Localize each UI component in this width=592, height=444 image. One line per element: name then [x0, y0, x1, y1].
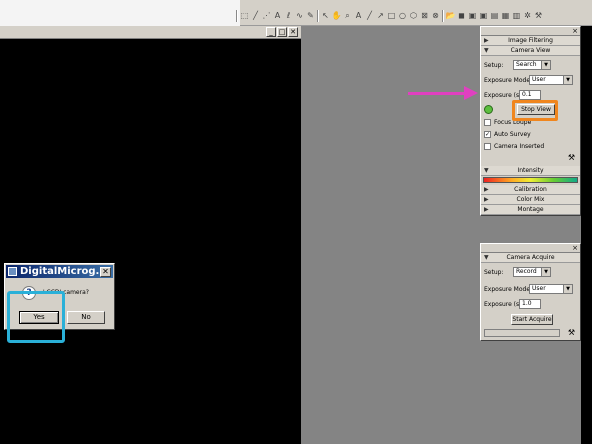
exposure-label: Exposure (s) [484, 92, 522, 99]
main-toolbar: ⬚ ╱ ⋰ A ℓ ∿ ✎ ↖ ✋ ⌕ A ╱ ↗ □ ○ ⬡ ⊠ ⊗ 📂 ◼ … [0, 0, 592, 26]
camera-icon[interactable]: ◼ [457, 10, 466, 22]
auto-survey-checkbox[interactable]: ✓ [484, 131, 491, 138]
start-acquire-button[interactable]: Start Acquire [511, 314, 553, 325]
yes-button-highlight [7, 291, 65, 343]
toolbar-blank-area [0, 0, 240, 26]
minimize-button[interactable]: _ [266, 27, 276, 37]
section-label: Color Mix [516, 196, 545, 203]
toolbar-separator [236, 10, 238, 22]
dialog-titlebar[interactable]: DigitalMicrog... ✕ [6, 265, 113, 278]
spot-icon[interactable]: ⊗ [431, 10, 440, 22]
settings-icon[interactable]: ✲ [523, 10, 532, 22]
camera-view-palette: × ▶ Image Filtering ▼ Camera View Setup:… [480, 26, 581, 216]
rectangle-icon[interactable]: □ [387, 10, 396, 22]
exposure-mode-value: User [532, 285, 546, 292]
mask-icon[interactable]: ⬡ [409, 10, 418, 22]
circle-icon[interactable]: ○ [398, 10, 407, 22]
tools-icon[interactable]: ⚒ [565, 327, 578, 338]
section-image-filtering[interactable]: ▶ Image Filtering [481, 36, 580, 46]
camera-inserted-checkbox[interactable] [484, 143, 491, 150]
tool-icons: ⬚ ╱ ⋰ A ℓ ∿ ✎ ↖ ✋ ⌕ A ╱ ↗ □ ○ ⬡ ⊠ ⊗ 📂 ◼ … [236, 10, 543, 24]
toolbar-separator [317, 10, 319, 22]
record-icon[interactable]: ▦ [501, 10, 510, 22]
palette-header[interactable]: × [481, 244, 580, 253]
line-icon[interactable]: ╱ [251, 10, 260, 22]
section-camera-view[interactable]: ▼ Camera View [481, 46, 580, 56]
section-camera-acquire[interactable]: ▼ Camera Acquire [481, 253, 580, 263]
section-intensity[interactable]: ▼ Intensity [481, 166, 580, 176]
exposure-input[interactable]: 1.0 [519, 299, 541, 309]
arrow-tool-icon[interactable]: ↗ [376, 10, 385, 22]
chevron-down-icon[interactable]: ▼ [563, 285, 572, 293]
stop-view-highlight [512, 100, 558, 121]
exposure-label: Exposure (s) [484, 301, 522, 308]
section-calibration[interactable]: ▶ Calibration [481, 185, 580, 195]
workspace-edge [581, 26, 592, 444]
setup-select[interactable]: Record ▼ [513, 267, 551, 277]
pointer-arrow-head [464, 86, 478, 100]
section-label: Camera Acquire [506, 254, 555, 261]
exposure-mode-value: User [532, 76, 546, 83]
save-icon[interactable]: ▣ [468, 10, 477, 22]
setup-label: Setup: [484, 62, 504, 69]
open-folder-icon[interactable]: 📂 [446, 10, 456, 22]
print-icon[interactable]: ▥ [512, 10, 521, 22]
camera-inserted-label: Camera Inserted [494, 143, 545, 150]
setup-label: Setup: [484, 269, 504, 276]
hand-icon[interactable]: ✋ [332, 10, 342, 22]
freehand-icon[interactable]: ✎ [306, 10, 315, 22]
palette-close-button[interactable]: × [572, 244, 578, 252]
section-label: Intensity [517, 167, 544, 174]
toolbar-separator [442, 10, 444, 22]
maximize-button[interactable]: □ [277, 27, 287, 37]
palette-header[interactable]: × [481, 27, 580, 36]
crosshair-icon[interactable]: ⊠ [420, 10, 429, 22]
tools-icon[interactable]: ⚒ [565, 152, 578, 163]
curve-icon[interactable]: ∿ [295, 10, 304, 22]
dialog-close-button[interactable]: ✕ [100, 267, 111, 277]
image-window[interactable]: _ □ ✕ [0, 26, 301, 444]
section-color-mix[interactable]: ▶ Color Mix [481, 195, 580, 205]
chevron-down-icon[interactable]: ▼ [563, 76, 572, 84]
lasso-icon[interactable]: ℓ [284, 10, 293, 22]
exposure-mode-select[interactable]: User ▼ [529, 284, 573, 294]
exposure-mode-label: Exposure Mode: [484, 286, 533, 293]
zoom-icon[interactable]: ⌕ [343, 10, 352, 22]
setup-select-value: Search [516, 61, 537, 68]
section-label: Montage [517, 206, 544, 213]
dotted-line-icon[interactable]: ⋰ [262, 10, 271, 22]
rect-select-icon[interactable]: ⬚ [240, 10, 249, 22]
section-label: Camera View [510, 47, 551, 54]
status-light-icon [484, 105, 493, 114]
camera-acquire-palette: × ▼ Camera Acquire Setup: Record ▼ Expos… [480, 243, 581, 341]
image-window-titlebar[interactable]: _ □ ✕ [0, 26, 301, 39]
no-button[interactable]: No [67, 311, 105, 324]
pointer-arrow [408, 92, 468, 95]
slash-line-icon[interactable]: ╱ [365, 10, 374, 22]
chevron-down-icon[interactable]: ▼ [541, 268, 550, 276]
dialog-title: DigitalMicrog... [20, 266, 107, 277]
auto-survey-label: Auto Survey [494, 131, 531, 138]
section-label: Image Filtering [508, 37, 553, 44]
app-icon [8, 267, 17, 276]
text-icon[interactable]: A [273, 10, 282, 22]
setup-select-value: Record [516, 268, 537, 275]
section-montage[interactable]: ▶ Montage [481, 205, 580, 215]
save-display-icon[interactable]: ▤ [490, 10, 499, 22]
palette-close-button[interactable]: × [572, 27, 578, 35]
section-label: Calibration [514, 186, 547, 193]
save-all-icon[interactable]: ▣ [479, 10, 488, 22]
exposure-mode-select[interactable]: User ▼ [529, 75, 573, 85]
annotate-text-icon[interactable]: A [354, 10, 363, 22]
pointer-icon[interactable]: ↖ [321, 10, 330, 22]
chevron-down-icon[interactable]: ▼ [541, 61, 550, 69]
exposure-mode-label: Exposure Mode: [484, 77, 533, 84]
intensity-bar [483, 177, 578, 183]
tools-icon[interactable]: ⚒ [534, 10, 543, 22]
exposure-input[interactable]: 0.1 [519, 90, 541, 100]
focus-loupe-checkbox[interactable] [484, 119, 491, 126]
progress-bar [484, 329, 560, 337]
close-button[interactable]: ✕ [288, 27, 298, 37]
setup-select[interactable]: Search ▼ [513, 60, 551, 70]
